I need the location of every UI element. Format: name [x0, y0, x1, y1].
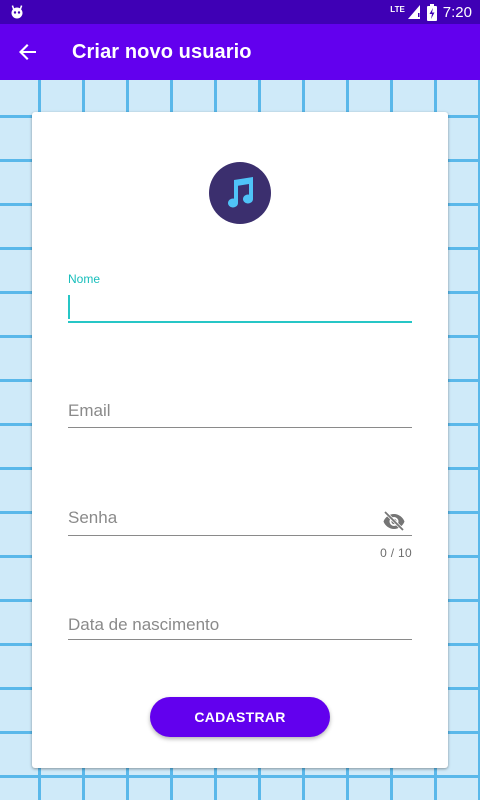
- signup-card: Nome Email Senha 0 / 10 Data de nascimen…: [32, 112, 448, 768]
- password-field-underline: [68, 535, 412, 536]
- arrow-back-icon: [19, 44, 36, 60]
- birthdate-field-underline: [68, 639, 412, 640]
- email-field[interactable]: Email: [68, 398, 412, 430]
- signal-icon: [407, 5, 420, 19]
- visibility-off-icon[interactable]: [382, 508, 406, 532]
- battery-charging-icon: [426, 3, 437, 21]
- email-field-placeholder: Email: [68, 401, 111, 420]
- status-time: 7:20: [442, 3, 472, 21]
- avatar[interactable]: [209, 162, 271, 224]
- email-field-underline: [68, 427, 412, 428]
- music-note-icon: [228, 177, 254, 208]
- password-field[interactable]: Senha 0 / 10: [68, 506, 412, 562]
- name-field[interactable]: Nome: [68, 272, 412, 324]
- page-title: Criar novo usuario: [72, 40, 252, 63]
- submit-button[interactable]: CADASTRAR: [150, 697, 330, 737]
- text-cursor: [68, 295, 70, 319]
- app-bar: Criar novo usuario: [0, 24, 480, 80]
- name-field-label: Nome: [68, 272, 101, 286]
- password-char-counter: 0 / 10: [380, 546, 412, 560]
- status-left: [10, 5, 24, 19]
- name-field-underline: [68, 321, 412, 323]
- android-debug-icon: [11, 5, 23, 19]
- birthdate-field-placeholder: Data de nascimento: [68, 615, 220, 634]
- birthdate-field[interactable]: Data de nascimento: [68, 612, 412, 644]
- back-button[interactable]: [0, 24, 56, 80]
- status-right: LTE 7:20: [390, 3, 472, 21]
- network-type-label: LTE: [390, 4, 405, 14]
- password-field-placeholder: Senha: [68, 508, 118, 527]
- status-bar: LTE 7:20: [0, 0, 480, 24]
